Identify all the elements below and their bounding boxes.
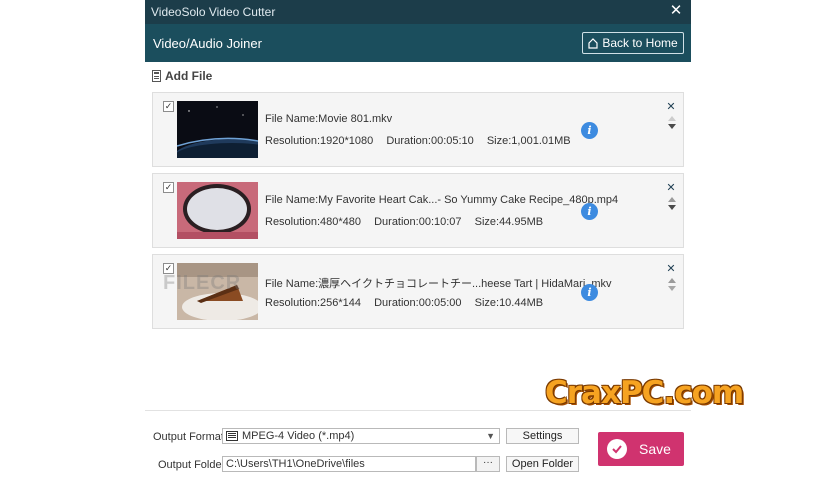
remove-icon[interactable]: ✕ xyxy=(666,264,676,275)
file-checkbox[interactable]: ✓ xyxy=(163,101,174,112)
file-size: Size:10.44MB xyxy=(474,297,544,309)
thumbnail-watermark: FILECR xyxy=(163,272,242,294)
output-format-value: MPEG-4 Video (*.mp4) xyxy=(242,430,355,442)
browse-folder-button[interactable]: ··· xyxy=(476,456,500,472)
file-meta: Resolution:1920*1080 Duration:00:05:10 S… xyxy=(265,135,581,147)
app-window: VideoSolo Video Cutter ✕ Video/Audio Joi… xyxy=(145,0,691,484)
back-to-home-button[interactable]: Back to Home xyxy=(582,32,684,54)
info-icon[interactable]: i xyxy=(581,122,598,139)
file-resolution: Resolution:256*144 xyxy=(265,297,362,309)
file-item: ✓ File Name:My Favorite Heart Cak...- So… xyxy=(152,173,684,248)
file-resolution: Resolution:480*480 xyxy=(265,216,362,228)
app-title: VideoSolo Video Cutter xyxy=(151,5,276,19)
output-folder-field[interactable]: C:\Users\TH1\OneDrive\files xyxy=(222,456,476,472)
file-resolution: Resolution:1920*1080 xyxy=(265,135,374,147)
close-icon[interactable]: ✕ xyxy=(667,2,685,20)
file-meta: Resolution:480*480 Duration:00:10:07 Siz… xyxy=(265,216,553,228)
file-checkbox[interactable]: ✓ xyxy=(163,182,174,193)
save-label: Save xyxy=(639,441,671,457)
move-up-icon[interactable] xyxy=(668,197,676,202)
page-title: Video/Audio Joiner xyxy=(153,36,262,51)
file-size: Size:1,001.01MB xyxy=(486,135,571,147)
file-duration: Duration:00:05:10 xyxy=(386,135,474,147)
info-icon[interactable]: i xyxy=(581,203,598,220)
back-to-home-label: Back to Home xyxy=(602,36,678,50)
move-up-icon[interactable] xyxy=(668,278,676,283)
file-item: ✓ File Name:Movie 801.mkv Resolution:192… xyxy=(152,92,684,167)
file-duration: Duration:00:05:00 xyxy=(374,297,462,309)
output-format-label: Output Format: xyxy=(153,431,227,443)
file-name: File Name:濃厚ヘイクトチョコレートチー...heese Tart | … xyxy=(265,278,612,290)
remove-icon[interactable]: ✕ xyxy=(666,183,676,194)
move-down-icon[interactable] xyxy=(668,124,676,129)
settings-button[interactable]: Settings xyxy=(506,428,579,444)
home-icon xyxy=(588,37,598,49)
remove-icon[interactable]: ✕ xyxy=(666,102,676,113)
move-up-icon[interactable] xyxy=(668,116,676,121)
add-file-button[interactable]: Add File xyxy=(152,69,212,83)
save-button[interactable]: Save xyxy=(598,432,684,466)
output-folder-label: Output Folder: xyxy=(158,459,229,471)
chevron-down-icon: ▼ xyxy=(486,431,495,441)
file-name: File Name:Movie 801.mkv xyxy=(265,113,393,125)
video-format-icon xyxy=(226,431,238,441)
move-down-icon[interactable] xyxy=(668,286,676,291)
add-file-icon xyxy=(152,70,161,82)
move-down-icon[interactable] xyxy=(668,205,676,210)
settings-label: Settings xyxy=(522,430,563,442)
open-folder-button[interactable]: Open Folder xyxy=(506,456,579,472)
add-file-label: Add File xyxy=(165,69,213,83)
video-thumbnail xyxy=(177,101,258,158)
title-bar: VideoSolo Video Cutter ✕ xyxy=(145,0,691,24)
info-icon[interactable]: i xyxy=(581,284,598,301)
video-thumbnail xyxy=(177,182,258,239)
check-icon xyxy=(607,439,627,459)
open-folder-label: Open Folder xyxy=(511,458,574,470)
page-header: Video/Audio Joiner Back to Home xyxy=(145,24,691,62)
file-name: File Name:My Favorite Heart Cak...- So Y… xyxy=(265,194,619,206)
output-format-select[interactable]: MPEG-4 Video (*.mp4) ▼ xyxy=(222,428,500,444)
site-watermark: CraxPC.com xyxy=(545,375,744,411)
file-duration: Duration:00:10:07 xyxy=(374,216,462,228)
file-meta: Resolution:256*144 Duration:00:05:00 Siz… xyxy=(265,297,553,309)
file-size: Size:44.95MB xyxy=(474,216,544,228)
